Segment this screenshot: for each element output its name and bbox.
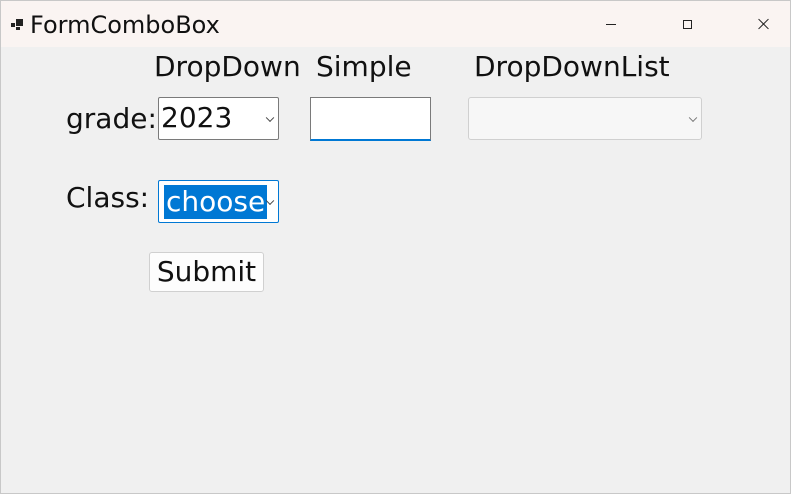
class-combo[interactable]: choose bbox=[158, 180, 279, 223]
dropdown-header: DropDown bbox=[154, 50, 301, 83]
grade-simple-combo[interactable] bbox=[310, 97, 431, 141]
grade-dropdown-value: 2023 bbox=[161, 101, 233, 134]
submit-button-label: Submit bbox=[156, 255, 257, 288]
maximize-icon bbox=[682, 19, 692, 29]
grade-dropdown-combo[interactable]: 2023 bbox=[158, 97, 279, 140]
maximize-button[interactable] bbox=[664, 1, 710, 47]
title-bar[interactable]: FormComboBox bbox=[1, 1, 790, 47]
close-icon bbox=[758, 18, 770, 30]
app-form-icon bbox=[11, 19, 23, 31]
dropdownlist-header: DropDownList bbox=[474, 50, 670, 83]
grade-dropdownlist-combo[interactable] bbox=[468, 97, 702, 140]
submit-button[interactable]: Submit bbox=[149, 252, 264, 292]
minimize-icon bbox=[606, 23, 616, 25]
class-label: Class: bbox=[66, 181, 150, 214]
chevron-down-icon[interactable] bbox=[265, 113, 275, 122]
form-window: FormComboBox DropDown Simple DropDownLis… bbox=[0, 0, 791, 494]
grade-label: grade: bbox=[66, 102, 157, 135]
minimize-button[interactable] bbox=[588, 1, 634, 47]
window-title: FormComboBox bbox=[30, 11, 220, 39]
close-button[interactable] bbox=[741, 1, 787, 47]
class-selected-value: choose bbox=[164, 185, 268, 219]
chevron-down-icon[interactable] bbox=[688, 113, 698, 122]
simple-header: Simple bbox=[316, 50, 412, 83]
